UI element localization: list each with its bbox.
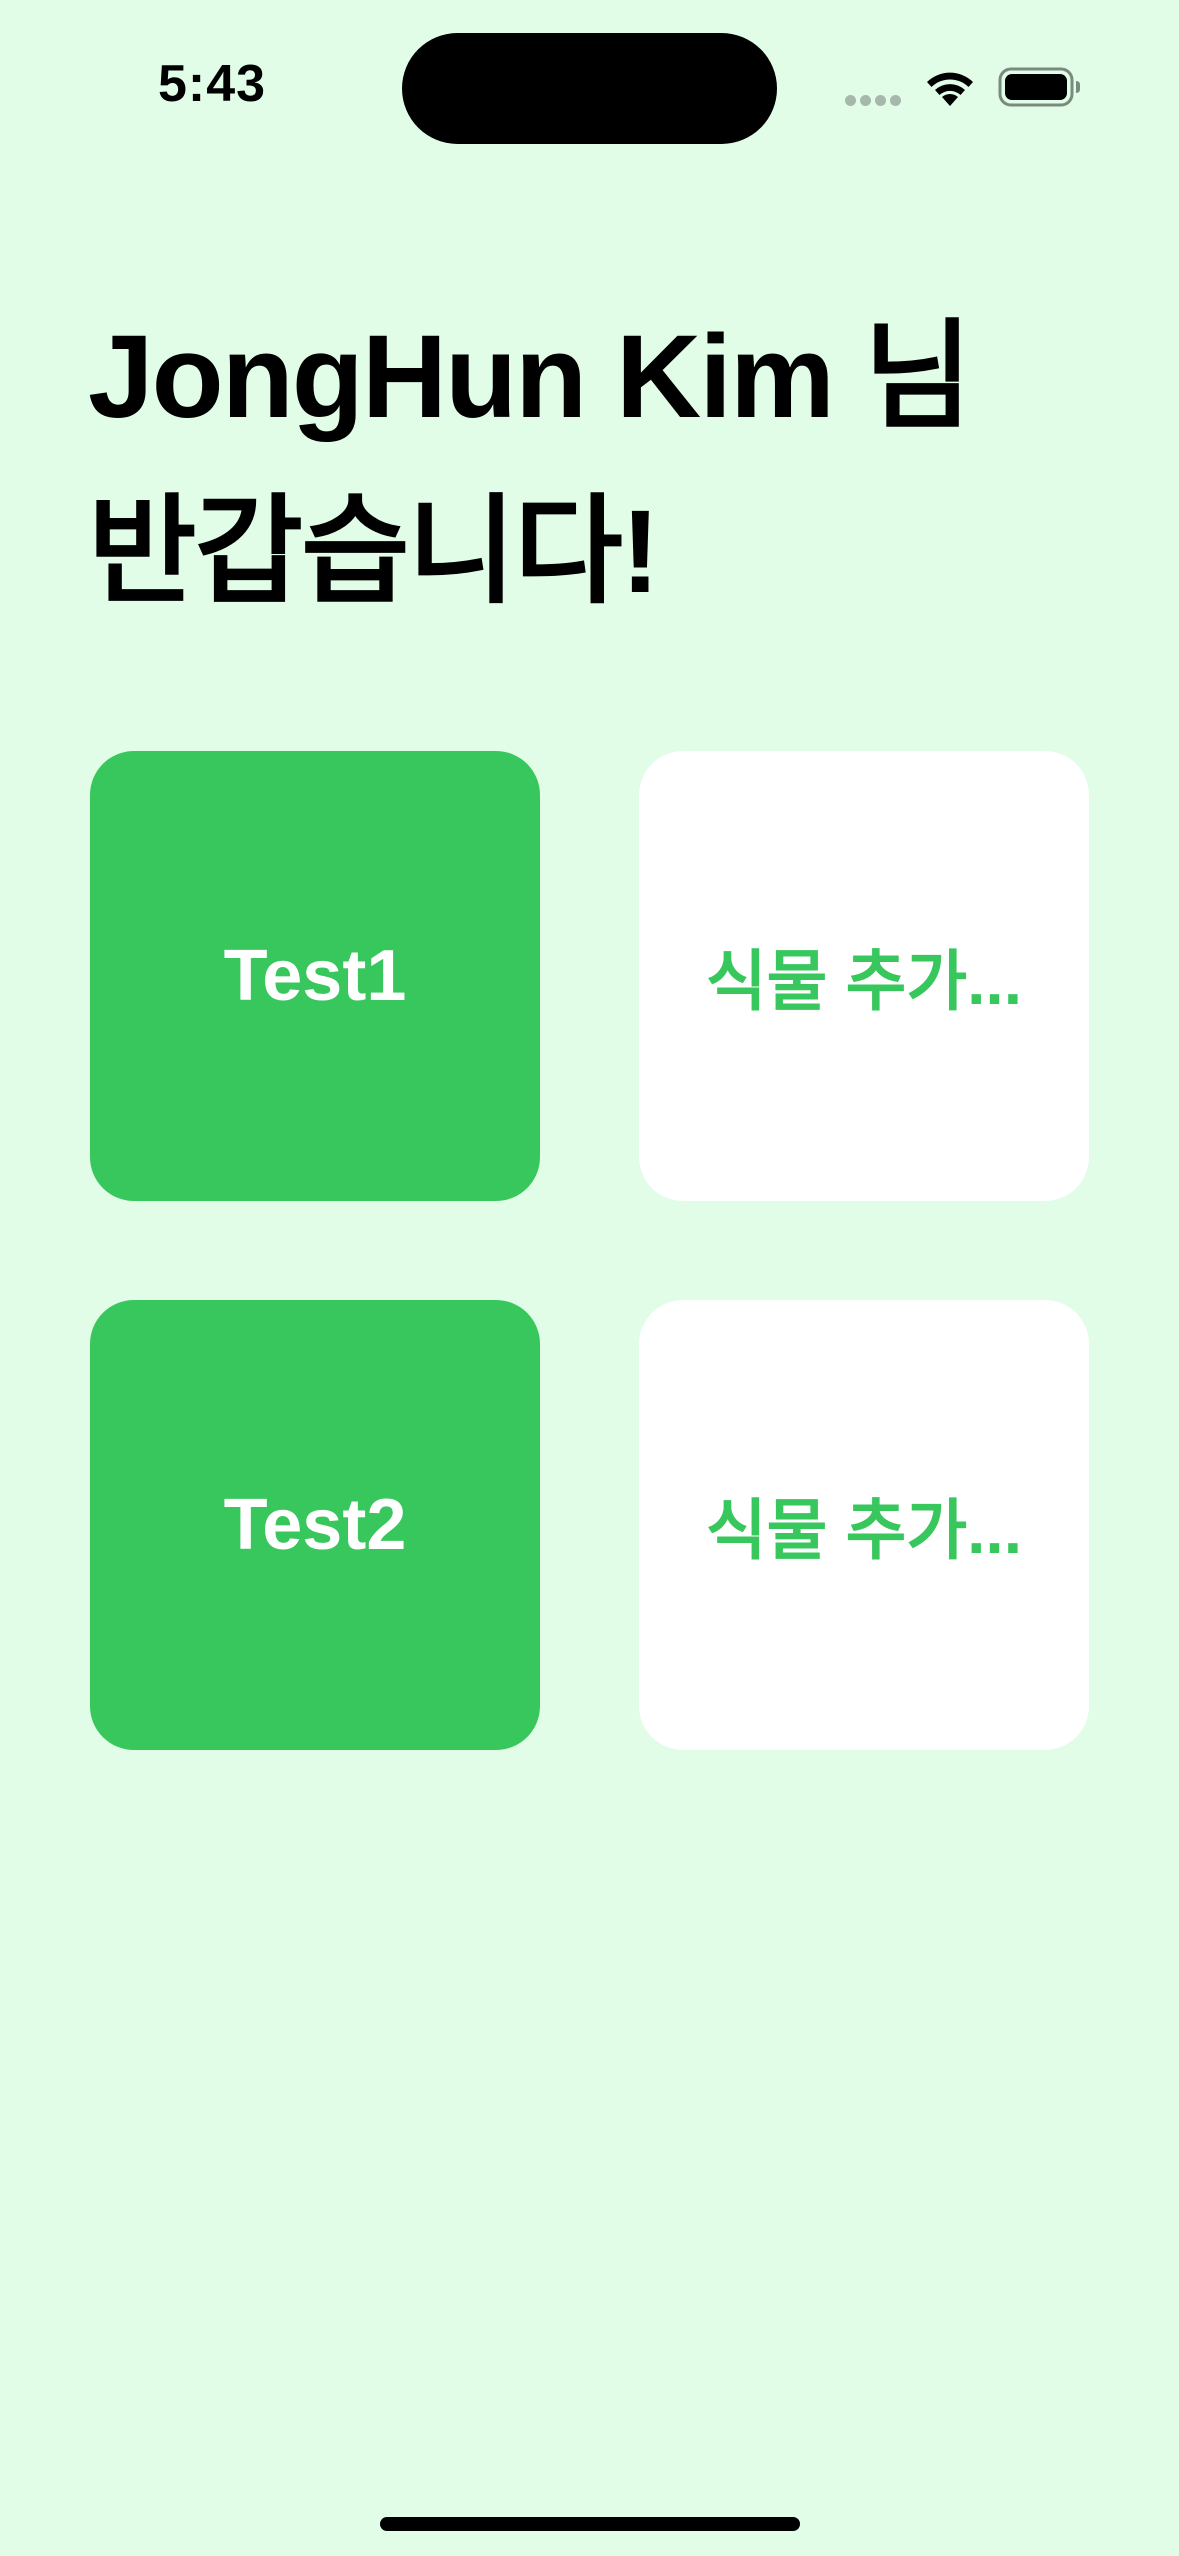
wifi-icon <box>927 72 973 106</box>
plant-card-test2[interactable]: Test2 <box>90 1300 540 1750</box>
status-bar: 5:43 <box>0 0 1179 170</box>
greeting-welcome-line: 반갑습니다! <box>88 486 660 618</box>
status-time: 5:43 <box>158 55 267 113</box>
greeting-title: JongHun Kim 님 반갑습니다! <box>88 290 1098 640</box>
home-indicator[interactable] <box>380 2517 800 2531</box>
battery-icon <box>998 67 1080 107</box>
add-plant-card[interactable]: 식물 추가... <box>639 1300 1089 1750</box>
plant-card-test1[interactable]: Test1 <box>90 751 540 1201</box>
greeting-name-line: JongHun Kim 님 <box>88 311 972 443</box>
add-plant-card[interactable]: 식물 추가... <box>639 751 1089 1201</box>
cellular-signal-icon <box>845 95 901 106</box>
dynamic-island <box>402 33 777 144</box>
